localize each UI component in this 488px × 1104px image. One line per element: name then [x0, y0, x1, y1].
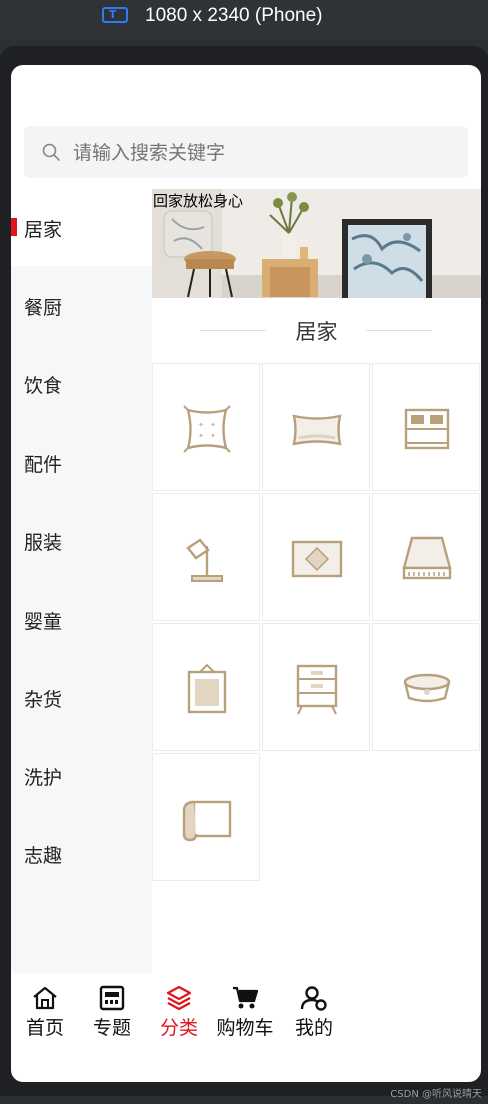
section-title: 居家 [295, 320, 338, 344]
sidebar-item-label: 餐厨 [24, 297, 63, 319]
sidebar-item-food[interactable]: 饮食 [11, 344, 152, 422]
user-icon [300, 986, 327, 1011]
device-text-icon: T [102, 7, 128, 23]
category-banner[interactable]: 回家放松身心 [152, 189, 481, 298]
phone-screen: 居家 餐厨 饮食 配件 服装 婴童 杂货 洗护 志趣 [11, 65, 481, 1082]
tab-cart[interactable]: 购物车 [211, 973, 279, 1053]
subcategory-item[interactable] [262, 623, 370, 751]
tab-category[interactable]: 分类 [151, 973, 207, 1053]
svg-text:✦: ✦ [198, 432, 204, 440]
search-icon [42, 143, 60, 161]
sidebar-item-label: 居家 [24, 219, 63, 241]
rug-icon [291, 540, 343, 578]
sidebar-item-accessories[interactable]: 配件 [11, 423, 152, 501]
bottom-tab-bar: 首页 专题 分类 购物车 我的 [11, 973, 481, 1053]
mattress-icon [402, 536, 452, 580]
tab-label: 我的 [294, 1017, 333, 1039]
device-toolbar: T 1080 x 2340 (Phone) [0, 0, 488, 40]
pet-bowl-icon [403, 673, 451, 703]
subcategory-item[interactable] [152, 493, 260, 621]
sidebar-item-care[interactable]: 洗护 [11, 736, 152, 814]
sidebar-item-interest[interactable]: 志趣 [11, 814, 152, 892]
search-input[interactable] [71, 139, 455, 167]
subcategory-item[interactable] [262, 363, 370, 491]
tab-label: 首页 [25, 1017, 64, 1039]
bed-icon [404, 408, 450, 450]
sidebar-item-label: 洗护 [24, 767, 63, 789]
device-size-label: 1080 x 2340 (Phone) [145, 5, 323, 26]
banner-text: 回家放松身心 [153, 192, 244, 210]
svg-text:✦: ✦ [210, 421, 216, 429]
subcategory-item[interactable]: ✦ ✦ ✦ ✦ [152, 363, 260, 491]
sidebar-item-label: 杂货 [24, 689, 63, 711]
pillow-icon [292, 414, 342, 446]
sidebar-item-label: 饮食 [24, 375, 63, 397]
subcategory-item[interactable] [152, 753, 260, 881]
subcategory-item[interactable] [152, 623, 260, 751]
sidebar-item-home[interactable]: 居家 [11, 188, 152, 266]
scroll-icon [182, 800, 232, 842]
subcategory-item[interactable] [372, 363, 480, 491]
sidebar-item-label: 配件 [24, 454, 63, 476]
tab-label: 专题 [92, 1017, 131, 1039]
tab-home[interactable]: 首页 [17, 973, 73, 1053]
sidebar-item-label: 服装 [24, 532, 63, 554]
tab-profile[interactable]: 我的 [286, 973, 342, 1053]
topic-icon [99, 985, 125, 1011]
watermark: CSDN @听风说晴天 [390, 1089, 482, 1100]
search-bar[interactable] [24, 126, 468, 178]
category-sidebar: 居家 餐厨 饮食 配件 服装 婴童 杂货 洗护 志趣 [11, 188, 152, 973]
tab-label: 分类 [159, 1017, 198, 1039]
divider-right [366, 330, 432, 331]
subcategory-item[interactable] [372, 623, 480, 751]
tab-topics[interactable]: 专题 [84, 973, 140, 1053]
category-icon [166, 985, 192, 1011]
cart-icon [233, 986, 259, 1009]
section-header: 居家 [152, 298, 481, 365]
svg-text:✦: ✦ [198, 421, 204, 429]
cushion-icon: ✦ ✦ ✦ ✦ [183, 405, 231, 453]
lamp-icon [186, 538, 223, 582]
subcategory-item[interactable] [372, 493, 480, 621]
sidebar-item-kitchen[interactable]: 餐厨 [11, 266, 152, 344]
active-indicator [11, 218, 17, 236]
sidebar-item-label: 志趣 [24, 845, 63, 867]
sidebar-item-baby[interactable]: 婴童 [11, 580, 152, 658]
sidebar-item-label: 婴童 [24, 611, 63, 633]
home-icon [33, 986, 57, 1010]
svg-text:✦: ✦ [210, 432, 216, 440]
subcategory-item[interactable] [262, 493, 370, 621]
frame-icon [187, 663, 227, 714]
sidebar-item-clothing[interactable]: 服装 [11, 501, 152, 579]
sidebar-item-goods[interactable]: 杂货 [11, 658, 152, 736]
cabinet-icon [296, 664, 338, 715]
tab-label: 购物车 [216, 1017, 274, 1039]
